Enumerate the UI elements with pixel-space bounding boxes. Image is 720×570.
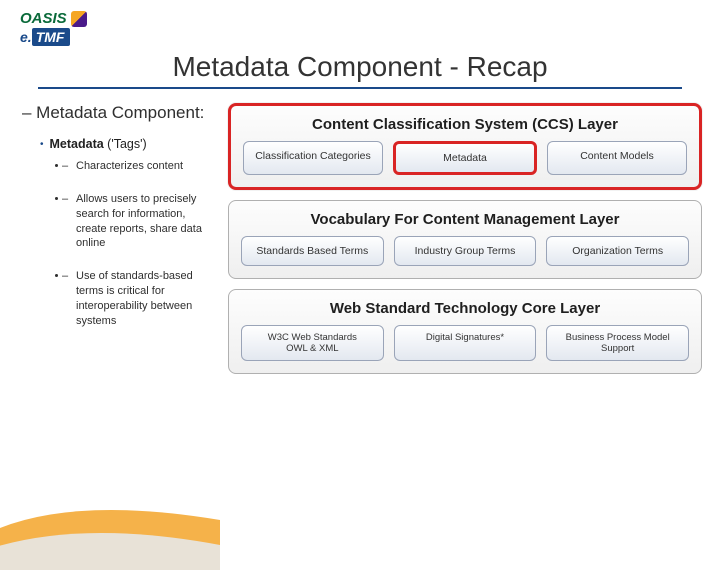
oasis-icon: [71, 11, 87, 27]
metadata-label: Metadata ('Tags'): [50, 137, 147, 153]
etmf-prefix: e.: [20, 29, 32, 45]
section-title: – Metadata Component:: [18, 103, 218, 123]
layer-item: Content Models: [547, 141, 687, 175]
layers-diagram: Content Classification System (CCS) Laye…: [228, 103, 702, 374]
sub-bullet: Characterizes content: [68, 159, 213, 174]
layer-item: Organization Terms: [546, 236, 689, 266]
metadata-rest: ('Tags'): [104, 137, 147, 151]
layer-row: Classification Categories Metadata Content…: [243, 141, 687, 175]
etmf-logo: e.TMF: [20, 29, 700, 45]
layer-row: Standards Based Terms Industry Group Term…: [241, 236, 689, 266]
layer-title: Web Standard Technology Core Layer: [241, 300, 689, 317]
logo-group: OASIS e.TMF: [20, 10, 700, 45]
layer-item: Classification Categories: [243, 141, 383, 175]
layer-box: Web Standard Technology Core Layer W3C We…: [228, 289, 702, 374]
oasis-text: OASIS: [20, 10, 67, 27]
metadata-label-line: • Metadata ('Tags'): [18, 137, 218, 153]
page-title: Metadata Component - Recap: [20, 51, 700, 83]
metadata-bold: Metadata: [50, 137, 104, 151]
etmf-main: TMF: [32, 28, 71, 46]
layer-item: Industry Group Terms: [394, 236, 537, 266]
layer-row: W3C Web Standards OWL & XML Digital Signa…: [241, 325, 689, 361]
layer-title: Content Classification System (CCS) Laye…: [243, 116, 687, 133]
sub-bullet: Use of standards-based terms is critical…: [68, 269, 213, 328]
layer-item: Standards Based Terms: [241, 236, 384, 266]
sub-bullet: Allows users to precisely search for inf…: [68, 192, 213, 251]
layer-item: Metadata: [393, 141, 537, 175]
decorative-swoosh: [0, 460, 220, 570]
metadata-sublist: Characterizes content Allows users to pr…: [18, 159, 218, 329]
oasis-logo: OASIS: [20, 10, 700, 27]
layer-item: W3C Web Standards OWL & XML: [241, 325, 384, 361]
left-column: – Metadata Component: • Metadata ('Tags'…: [18, 103, 218, 374]
layer-title: Vocabulary For Content Management Layer: [241, 211, 689, 228]
bullet-dot-icon: •: [40, 137, 44, 153]
layer-item: Digital Signatures*: [394, 325, 537, 361]
layer-box: Vocabulary For Content Management Layer S…: [228, 200, 702, 279]
layer-item: Business Process Model Support: [546, 325, 689, 361]
layer-box: Content Classification System (CCS) Laye…: [228, 103, 702, 190]
